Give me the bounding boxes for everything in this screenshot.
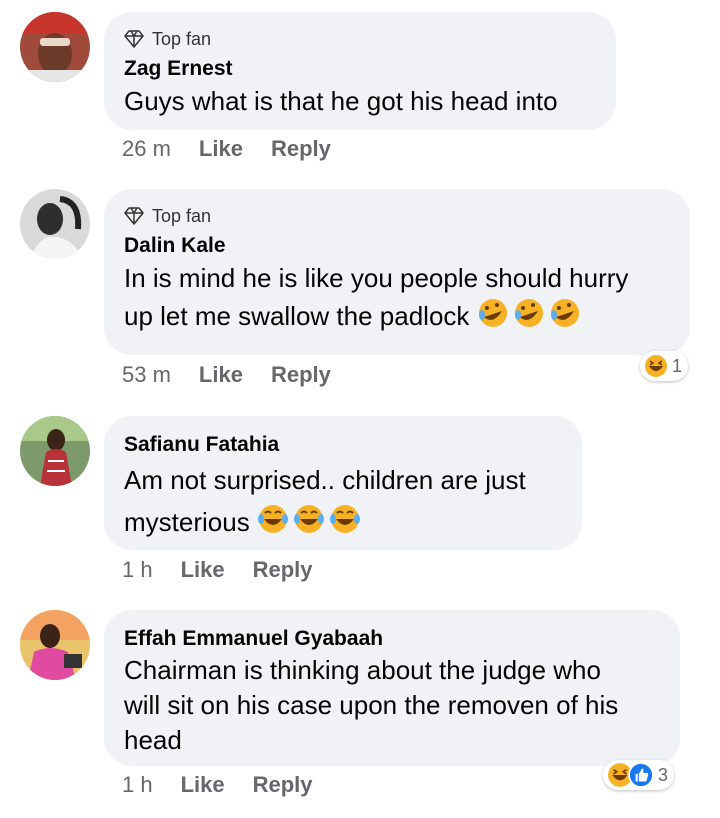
comment-bubble: Effah Emmanuel Gyabaah Chairman is think… (104, 610, 680, 766)
comment-text: Guys what is that he got his head into (124, 83, 596, 120)
tears-of-joy-emoji-icon (257, 503, 361, 547)
comment-author[interactable]: Dalin Kale (124, 232, 670, 260)
comment-text-line: mysterious (124, 507, 250, 537)
reaction-count: 3 (658, 764, 669, 785)
comment-author[interactable]: Effah Emmanuel Gyabaah (124, 625, 660, 653)
comment-text-line: up let me swallow the padlock (124, 301, 470, 331)
reaction-summary[interactable]: 1 (640, 351, 689, 381)
comment-text: Am not surprised.. children are just mys… (124, 459, 562, 547)
comment-meta: 1 h Like Reply (122, 772, 341, 798)
comment-text-line-with-emoji: mysterious (124, 501, 562, 547)
comment-text-line: Am not surprised.. children are just (124, 465, 526, 495)
top-fan-badge: Top fan (124, 204, 670, 228)
reply-button[interactable]: Reply (271, 362, 331, 388)
comment-author[interactable]: Zag Ernest (124, 55, 596, 83)
reply-button[interactable]: Reply (253, 772, 313, 798)
haha-reaction-icon (645, 355, 667, 377)
comment-text-line: Chairman is thinking about the judge who (124, 655, 601, 685)
like-button[interactable]: Like (181, 557, 225, 583)
comment-time[interactable]: 1 h (122, 772, 153, 798)
comment-bubble: Safianu Fatahia Am not surprised.. child… (104, 416, 582, 550)
avatar[interactable] (20, 189, 90, 259)
rofl-emoji-icon (477, 297, 581, 339)
like-button[interactable]: Like (199, 136, 243, 162)
comment-text-line-with-emoji: up let me swallow the padlock (124, 297, 670, 339)
comment-text-line: In is mind he is like you people should … (124, 263, 629, 293)
avatar[interactable] (20, 12, 90, 82)
reply-button[interactable]: Reply (253, 557, 313, 583)
like-button[interactable]: Like (181, 772, 225, 798)
avatar[interactable] (20, 416, 90, 486)
comment-author[interactable]: Safianu Fatahia (124, 431, 562, 459)
top-fan-badge: Top fan (124, 27, 596, 51)
reply-button[interactable]: Reply (271, 136, 331, 162)
comment-time[interactable]: 26 m (122, 136, 171, 162)
top-fan-label: Top fan (152, 205, 212, 226)
comment-meta: 53 m Like Reply (122, 362, 359, 388)
avatar[interactable] (20, 610, 90, 680)
comment-time[interactable]: 53 m (122, 362, 171, 388)
comment-bubble: Top fan Dalin Kale In is mind he is like… (104, 189, 690, 355)
top-fan-label: Top fan (152, 28, 212, 49)
comment-text-line: head (124, 725, 182, 755)
diamond-icon (124, 207, 144, 225)
like-button[interactable]: Like (199, 362, 243, 388)
comment-time[interactable]: 1 h (122, 557, 153, 583)
comment-meta: 26 m Like Reply (122, 136, 359, 162)
reaction-summary[interactable]: 3 (603, 760, 675, 790)
comment-meta: 1 h Like Reply (122, 557, 341, 583)
comment-text-line: will sit on his case upon the removen of… (124, 690, 619, 720)
comment-text-line: Guys what is that he got his head into (124, 86, 558, 116)
like-reaction-icon (628, 762, 654, 788)
comment-bubble: Top fan Zag Ernest Guys what is that he … (104, 12, 616, 130)
diamond-icon (124, 30, 144, 48)
comment-text: In is mind he is like you people should … (124, 260, 670, 339)
comment-text: Chairman is thinking about the judge who… (124, 653, 660, 758)
reaction-count: 1 (672, 355, 683, 376)
